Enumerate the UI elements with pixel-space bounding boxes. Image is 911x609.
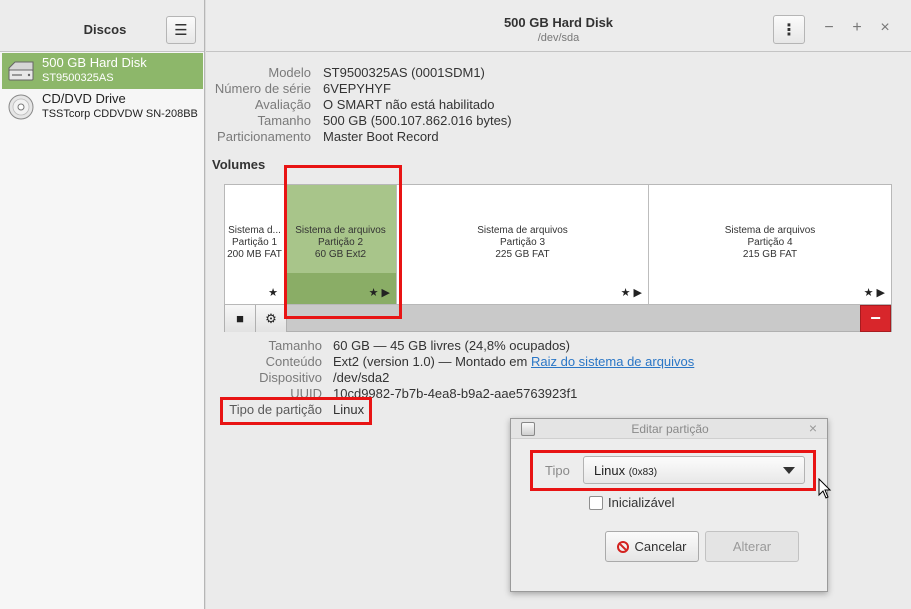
partition-size-value: 60 GB — 45 GB livres (24,8% ocupados)	[333, 338, 571, 353]
star-mounted-icon: ★ ▶	[863, 287, 885, 299]
disk-model: ST9500325AS	[42, 72, 114, 84]
partition-number: Partição 4	[747, 237, 793, 248]
model-label: Modelo	[268, 65, 311, 80]
dialog-close-icon[interactable]: ×	[809, 420, 817, 436]
disk-item-hard-disk[interactable]: 500 GB Hard Disk ST9500325AS	[2, 53, 203, 89]
device-label: Dispositivo	[259, 370, 322, 385]
content-value: Ext2 (version 1.0) — Montado em Raiz do …	[333, 354, 694, 369]
partition-number: Partição 2	[317, 237, 364, 248]
partition-size-label: Tamanho	[268, 338, 322, 353]
apply-label: Alterar	[732, 539, 772, 554]
bootable-label[interactable]: Inicializável	[608, 495, 674, 510]
chevron-down-icon	[783, 467, 795, 474]
uuid-value: 10cd9982-7b7b-4ea8-b9a2-aae5763923f1	[333, 386, 578, 401]
partition-type-value: Linux	[333, 402, 365, 417]
partition-size: 215 GB FAT	[742, 249, 798, 260]
serial-label: Número de série	[214, 81, 311, 96]
sidebar-header: Discos ☰	[0, 0, 204, 52]
stop-icon: ■	[236, 311, 244, 326]
partition-fs: Sistema de arquivos	[295, 225, 386, 236]
partition-fs: Sistema de arquivos	[724, 225, 816, 236]
model-value: ST9500325AS (0001SDM1)	[323, 65, 485, 80]
dialog-titlebar: Editar partição ×	[511, 419, 827, 439]
partition-label: Sistema de arquivos Partição 4 215 GB FA…	[649, 225, 891, 261]
gears-icon: ⚙	[265, 310, 277, 326]
partition-type-label: Tipo de partição	[229, 402, 322, 417]
size-value: 500 GB (500.107.862.016 bytes)	[323, 113, 512, 128]
minus-icon: −	[870, 308, 881, 328]
hard-disk-icon	[8, 61, 34, 81]
window-subtitle: /dev/sda	[537, 32, 580, 44]
partition-1[interactable]: Sistema d... Partição 1 200 MB FAT ★	[225, 185, 285, 304]
partition-label: Sistema de arquivos Partição 2 60 GB Ext…	[285, 225, 396, 261]
delete-partition-button[interactable]: −	[860, 305, 891, 332]
serial-value: 6VEPYHYF	[323, 81, 391, 96]
uuid-label: UUID	[290, 386, 322, 401]
partition-4[interactable]: Sistema de arquivos Partição 4 215 GB FA…	[649, 185, 891, 304]
cancel-button[interactable]: Cancelar	[605, 531, 699, 562]
partition-type-selected: Linux (0x83)	[594, 463, 657, 478]
kebab-menu-icon: ⋮	[781, 21, 797, 39]
edit-partition-dialog: Editar partição × Tipo Linux (0x83) Inic…	[510, 418, 828, 592]
mount-point-link[interactable]: Raiz do sistema de arquivos	[531, 354, 694, 369]
apply-button[interactable]: Alterar	[705, 531, 799, 562]
device-value: /dev/sda2	[333, 370, 390, 385]
dialog-title: Editar partição	[631, 422, 709, 436]
partition-2[interactable]: Sistema de arquivos Partição 2 60 GB Ext…	[285, 185, 397, 304]
partition-type-select[interactable]: Linux (0x83)	[583, 456, 805, 484]
app-menu-button[interactable]: ☰	[166, 16, 196, 44]
hamburger-icon: ☰	[174, 22, 188, 39]
volumes-heading: Volumes	[212, 157, 266, 172]
disk-name: 500 GB Hard Disk	[42, 55, 147, 70]
disk-name: CD/DVD Drive	[42, 91, 126, 106]
close-button[interactable]: ×	[877, 19, 893, 37]
disk-model: TSSTcorp CDDVDW SN-208BB	[42, 108, 198, 120]
star-mounted-icon: ★ ▶	[368, 287, 390, 299]
mouse-cursor-icon	[818, 478, 832, 499]
partition-fs: Sistema de arquivos	[477, 225, 568, 236]
minimize-button[interactable]: −	[821, 19, 837, 37]
partition-number: Partição 1	[231, 237, 278, 248]
bootable-checkbox[interactable]	[589, 496, 603, 510]
window-title: 500 GB Hard Disk	[503, 15, 614, 30]
partition-size: 60 GB Ext2	[314, 249, 367, 260]
type-label: Tipo	[545, 463, 570, 478]
content-label: Conteúdo	[265, 354, 322, 369]
star-icon: ★	[268, 287, 278, 299]
partition-label: Sistema d... Partição 1 200 MB FAT	[225, 225, 284, 261]
partition-fs: Sistema d...	[228, 225, 281, 236]
window-header: 500 GB Hard Disk /dev/sda ⋮ − + ×	[206, 0, 911, 52]
disks-sidebar: Discos ☰ 500 GB Hard Disk ST9500325AS CD…	[0, 0, 205, 609]
type-value: Linux	[594, 463, 626, 478]
partition-size: 200 MB FAT	[227, 249, 282, 260]
volume-toolbar: ■ ⚙ −	[224, 305, 892, 332]
partition-size: 225 GB FAT	[495, 249, 550, 260]
partition-3[interactable]: Sistema de arquivos Partição 3 225 GB FA…	[397, 185, 649, 304]
cancel-icon	[617, 540, 630, 553]
partition-options-button[interactable]: ⚙	[256, 305, 287, 332]
drive-options-button[interactable]: ⋮	[773, 15, 805, 44]
content-text: Ext2 (version 1.0) — Montado em	[333, 354, 531, 369]
assessment-value: O SMART não está habilitado	[323, 97, 495, 112]
optical-disc-icon	[8, 94, 34, 120]
assessment-label: Avaliação	[254, 97, 311, 112]
partitioning-value: Master Boot Record	[323, 129, 439, 144]
partition-label: Sistema de arquivos Partição 3 225 GB FA…	[397, 225, 648, 261]
partitioning-label: Particionamento	[217, 129, 311, 144]
maximize-button[interactable]: +	[849, 19, 865, 37]
volume-map: Sistema d... Partição 1 200 MB FAT ★ Sis…	[224, 184, 892, 305]
unmount-button[interactable]: ■	[225, 305, 256, 332]
size-label: Tamanho	[257, 113, 311, 128]
cancel-label: Cancelar	[634, 539, 687, 554]
type-code: (0x83)	[628, 467, 658, 478]
star-mounted-icon: ★ ▶	[620, 287, 642, 299]
disk-item-optical-drive[interactable]: CD/DVD Drive TSSTcorp CDDVDW SN-208BB	[2, 89, 203, 125]
partition-number: Partição 3	[499, 237, 546, 248]
